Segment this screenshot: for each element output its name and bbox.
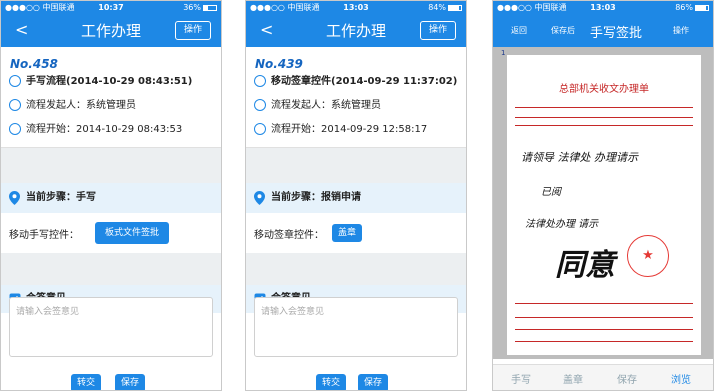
tab-handwriting[interactable]: 手写	[511, 371, 531, 386]
document-title: 总部机关收文办理单	[559, 84, 649, 95]
nav-bar: < 工作办理 操作	[1, 15, 221, 47]
save-button[interactable]: 保存	[358, 374, 388, 390]
location-pin-icon	[254, 191, 265, 205]
location-pin-icon	[9, 191, 20, 205]
form-line	[515, 107, 693, 108]
save-button[interactable]: 保存	[115, 374, 145, 390]
seal-star-icon: ★	[642, 248, 654, 263]
initiator-row: 流程发起人：系统管理员	[1, 99, 221, 123]
user-icon	[9, 99, 21, 111]
battery-icon	[695, 4, 709, 11]
clock-icon	[254, 123, 266, 135]
phone-screen-handwriting-sign: ●●●○○ 中国联通 13:03 86% 返回 保存后 手写签批 操作 1 总部…	[492, 0, 714, 391]
document-page[interactable]: 总部机关收文办理单 请领导 法律处 办理请示 已阅 法律处办理 请示 同意 ★	[507, 55, 701, 355]
status-bar: ●●●○○ 中国联通 10:37 36%	[1, 1, 221, 15]
divider	[246, 147, 466, 183]
page-title: 手写签批	[590, 26, 643, 41]
action-button[interactable]: 操作	[175, 21, 211, 40]
phone-screen-handwriting-workflow: ●●●○○ 中国联通 10:37 36% < 工作办理 操作 No.458 手写…	[0, 0, 222, 391]
form-line	[515, 117, 693, 118]
battery-indicator: 84%	[428, 1, 462, 15]
initiator-row: 流程发起人：系统管理员	[246, 99, 466, 123]
tab-browse[interactable]: 浏览	[671, 371, 691, 386]
status-bar: ●●●○○ 中国联通 13:03 86%	[493, 1, 713, 15]
forward-button[interactable]: 转交	[316, 374, 346, 390]
handwritten-note: 法律处办理 请示	[525, 219, 599, 230]
handwritten-note: 请领导 法律处 办理请示	[521, 151, 638, 164]
battery-indicator: 86%	[675, 1, 709, 15]
user-icon	[254, 99, 266, 111]
nav-bar: 返回 保存后 手写签批 操作	[493, 15, 713, 47]
handwritten-note: 已阅	[541, 187, 561, 198]
workflow-name-row: 移动签章控件(2014-09-29 11:37:02)	[246, 75, 466, 99]
forward-button[interactable]: 转交	[71, 374, 101, 390]
countersign-input[interactable]: 请输入会签意见	[254, 297, 458, 357]
bottom-tab-bar: 手写 盖章 保存 浏览	[493, 364, 713, 390]
battery-icon	[203, 4, 217, 11]
divider	[1, 147, 221, 183]
current-step: 当前步骤：手写	[1, 183, 221, 213]
phone-screen-seal-workflow: ●●●○○ 中国联通 13:03 84% < 工作办理 操作 No.439 移动…	[245, 0, 467, 391]
tab-seal[interactable]: 盖章	[563, 371, 583, 386]
document-number: No.439	[255, 57, 303, 71]
workflow-name-row: 手写流程(2014-10-29 08:43:51)	[1, 75, 221, 99]
start-time-row: 流程开始：2014-10-29 08:43:53	[1, 123, 221, 147]
document-viewer[interactable]: 1 总部机关收文办理单 请领导 法律处 办理请示 已阅 法律处办理 请示 同意 …	[493, 47, 713, 359]
form-line	[515, 317, 693, 318]
control-label: 移动签章控件：	[254, 230, 324, 241]
battery-indicator: 36%	[183, 1, 217, 15]
page-number: 1	[501, 49, 506, 57]
nav-bar: < 工作办理 操作	[246, 15, 466, 47]
divider	[1, 253, 221, 285]
action-button[interactable]: 操作	[420, 21, 456, 40]
seal-button[interactable]: 盖章	[332, 224, 362, 242]
control-row: 移动签章控件： 盖章	[246, 213, 466, 253]
battery-icon	[448, 4, 462, 11]
document-icon	[9, 75, 21, 87]
control-label: 移动手写控件：	[9, 230, 79, 241]
form-line	[515, 125, 693, 126]
red-seal-stamp: ★	[627, 235, 669, 277]
document-icon	[254, 75, 266, 87]
control-row: 移动手写控件： 板式文件签批	[1, 213, 221, 253]
current-step: 当前步骤：报销申请	[246, 183, 466, 213]
start-time-row: 流程开始：2014-09-29 12:58:17	[246, 123, 466, 147]
save-after-button[interactable]: 保存后	[551, 25, 575, 36]
form-line	[515, 341, 693, 342]
action-button[interactable]: 操作	[673, 25, 689, 36]
sign-document-button[interactable]: 板式文件签批	[95, 222, 169, 244]
handwritten-signature: 同意	[555, 248, 615, 283]
document-number: No.458	[10, 57, 58, 71]
countersign-input[interactable]: 请输入会签意见	[9, 297, 213, 357]
back-button[interactable]: 返回	[511, 25, 527, 36]
form-line	[515, 329, 693, 330]
tab-save[interactable]: 保存	[617, 371, 637, 386]
clock-icon	[9, 123, 21, 135]
status-bar: ●●●○○ 中国联通 13:03 84%	[246, 1, 466, 15]
divider	[246, 253, 466, 285]
form-line	[515, 303, 693, 304]
